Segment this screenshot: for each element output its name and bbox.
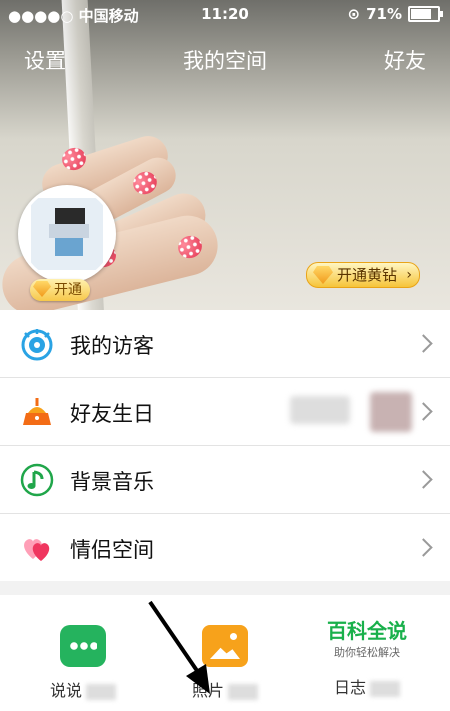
blurred-count (370, 680, 400, 697)
bottom-tab-bar: 说说 照片 百科全说 助你轻松解决 日志 (0, 595, 450, 711)
watermark-subtitle: 助你轻松解决 (334, 646, 400, 659)
menu-list: 我的访客 好友生日 背景音乐 情侣空间 (0, 310, 450, 581)
chevron-right-icon (414, 470, 433, 489)
hearts-icon (24, 539, 50, 561)
diamond-icon (33, 281, 51, 297)
menu-item-visitors[interactable]: 我的访客 (0, 310, 450, 378)
status-bar: ●●●●○ 中国移动 11:20 ⊙ 71% (0, 0, 450, 30)
battery-icon (408, 6, 443, 22)
menu-item-label: 我的访客 (70, 334, 154, 358)
blurred-friend-avatar (370, 392, 412, 432)
tab-shuoshuo[interactable]: 说说 (8, 625, 158, 701)
avatar[interactable] (18, 185, 116, 283)
chevron-right-icon (414, 402, 433, 421)
yellow-diamond-label: 开通黄钻 (337, 266, 398, 284)
menu-item-label: 好友生日 (70, 402, 154, 426)
crown-diamond-icon (313, 266, 333, 284)
page-title: 我的空间 (183, 49, 267, 73)
avatar-image (31, 198, 103, 270)
menu-item-birthdays[interactable]: 好友生日 (0, 378, 450, 446)
annotation-arrow-icon (148, 600, 210, 694)
tab-journal[interactable]: 百科全说 助你轻松解决 日志 (292, 613, 442, 698)
blurred-count (86, 683, 116, 700)
menu-item-bgm[interactable]: 背景音乐 (0, 446, 450, 514)
chevron-right-icon: › (406, 267, 413, 283)
blurred-friend-name (290, 396, 350, 424)
yellow-diamond-button[interactable]: 开通黄钻 › (306, 262, 421, 288)
tab-label: 日志 (333, 678, 366, 697)
friends-button[interactable]: 好友 (384, 45, 426, 75)
cake-icon (23, 398, 51, 425)
menu-item-label: 情侣空间 (70, 538, 154, 562)
battery-area: ⊙ 71% (347, 5, 443, 23)
rotation-lock-icon: ⊙ (347, 5, 361, 23)
open-vip-label: 开通 (54, 282, 82, 298)
watermark-title: 百科全说 (327, 619, 407, 643)
nav-bar: 设置 我的空间 好友 (0, 45, 450, 81)
chevron-right-icon (414, 334, 433, 353)
blurred-count (228, 683, 258, 700)
tab-label: 说说 (49, 681, 82, 700)
menu-item-couple[interactable]: 情侣空间 (0, 514, 450, 581)
chevron-right-icon (414, 538, 433, 557)
menu-item-label: 背景音乐 (70, 470, 154, 494)
chat-bubble-icon (60, 625, 106, 667)
battery-percent: 71% (366, 5, 402, 23)
open-vip-badge[interactable]: 开通 (30, 279, 90, 301)
music-note-icon (20, 463, 54, 497)
eye-icon (21, 329, 53, 361)
